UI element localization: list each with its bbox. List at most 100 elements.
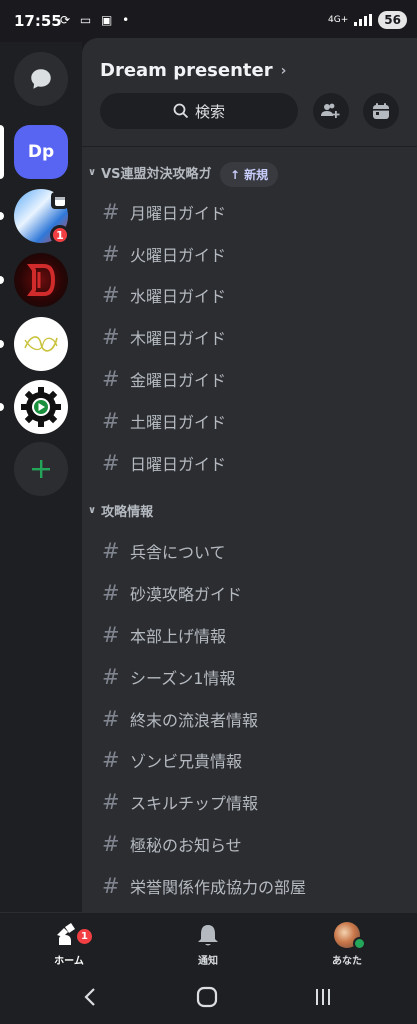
channel-item[interactable]: # 木曜日ガイド [102, 322, 226, 352]
channel-item[interactable]: # 本部上げ情報 [102, 620, 226, 650]
battery-level: 56 [378, 11, 407, 29]
channel-item[interactable]: # 栄誉関係作成協力の部屋 [102, 871, 306, 901]
server-infinity[interactable] [14, 317, 68, 371]
channel-name: 終末の流浪者情報 [130, 711, 259, 730]
search-icon [173, 103, 189, 119]
arrow-up-icon: ↑ [230, 167, 241, 182]
channel-name: 極秘のお知らせ [130, 836, 242, 855]
server-name: Dream presenter [100, 60, 273, 81]
add-user-icon [321, 103, 340, 118]
channel-name: 水曜日ガイド [130, 287, 227, 306]
unread-indicator [0, 276, 4, 284]
server-rail: Dp 1 [0, 42, 82, 912]
channel-item[interactable]: # 土曜日ガイド [102, 406, 226, 436]
calendar-icon [373, 103, 389, 119]
server-dp-label: Dp [27, 142, 55, 162]
search-button[interactable]: 検索 [100, 93, 298, 129]
category-header[interactable]: ∨ VS連盟対決攻略ガ [88, 163, 212, 182]
hashtag-icon: # [102, 283, 120, 307]
category-header[interactable]: ∨ 攻略情報 [88, 501, 153, 520]
hashtag-icon: # [102, 665, 120, 689]
back-button[interactable] [70, 982, 110, 1012]
hashtag-icon: # [102, 623, 120, 647]
channel-item[interactable]: # 金曜日ガイド [102, 364, 226, 394]
channel-item[interactable]: # ゾンビ兄貴情報 [102, 745, 242, 775]
recents-button[interactable] [303, 982, 343, 1012]
channel-item[interactable]: # 月曜日ガイド [102, 197, 226, 227]
avatar [334, 922, 366, 950]
channel-item[interactable]: # 火曜日ガイド [102, 239, 226, 269]
network-type: 4G+ [328, 14, 349, 25]
hashtag-icon: # [102, 832, 120, 856]
infinity-logo-icon [24, 336, 58, 352]
hashtag-icon: # [102, 790, 120, 814]
channel-name: 土曜日ガイド [130, 413, 227, 432]
home-circle-icon [196, 986, 218, 1008]
channel-name: 月曜日ガイド [130, 204, 227, 223]
unread-indicator [0, 340, 4, 348]
tab-home[interactable]: 1 ホーム [29, 921, 109, 967]
invite-members-button[interactable] [313, 93, 349, 129]
server-dream-presenter[interactable]: Dp [14, 125, 68, 179]
hashtag-icon: # [102, 200, 120, 224]
signal-icon [354, 14, 373, 26]
hashtag-icon: # [102, 367, 120, 391]
hashtag-icon: # [102, 874, 120, 898]
tab-you-label: あなた [332, 956, 362, 967]
calendar-icon [51, 192, 68, 209]
tab-you[interactable]: あなた [307, 921, 387, 967]
channel-item[interactable]: # 終末の流浪者情報 [102, 704, 258, 734]
home-system-button[interactable] [187, 982, 227, 1012]
channel-item[interactable]: # スキルチップ情報 [102, 787, 258, 817]
channel-name: 兵舎について [130, 543, 226, 562]
channel-item[interactable]: # 兵舎について [102, 536, 226, 566]
header-divider [82, 146, 417, 147]
channel-name: 火曜日ガイド [130, 246, 227, 265]
bell-icon [197, 921, 219, 949]
channel-name: シーズン1情報 [130, 669, 236, 688]
hashtag-icon: # [102, 242, 120, 266]
home-badge: 1 [75, 927, 94, 946]
channel-item[interactable]: # シーズン1情報 [102, 662, 235, 692]
diablo-logo-icon [27, 264, 56, 296]
server-header[interactable]: Dream presenter › [100, 60, 286, 81]
hashtag-icon: # [102, 707, 120, 731]
direct-messages-button[interactable] [14, 52, 68, 106]
add-server-button[interactable] [14, 442, 68, 496]
events-button[interactable] [363, 93, 399, 129]
chevron-down-icon: ∨ [88, 505, 97, 516]
chevron-down-icon: ∨ [88, 167, 97, 178]
channel-name: 金曜日ガイド [130, 371, 227, 390]
hashtag-icon: # [102, 451, 120, 475]
category-name: 攻略情報 [101, 505, 154, 520]
gear-icon [21, 387, 61, 427]
channel-item[interactable]: # 砂漠攻略ガイド [102, 578, 242, 608]
online-status-icon [353, 937, 366, 950]
unread-indicator [0, 403, 4, 411]
category-name: VS連盟対決攻略ガ [101, 167, 212, 182]
channel-name: 栄誉関係作成協力の部屋 [130, 878, 307, 897]
back-icon [84, 988, 95, 1006]
hashtag-icon: # [102, 325, 120, 349]
new-pill-label: 新規 [244, 168, 269, 182]
chat-bubble-icon [31, 69, 51, 89]
plus-icon [32, 460, 50, 478]
server-game-2[interactable] [14, 253, 68, 307]
selected-server-indicator [0, 125, 4, 179]
chevron-right-icon: › [280, 62, 287, 79]
status-time: 17:55 [14, 12, 62, 30]
status-bar: 17:55 ⟳ ▭ ▣ • 4G+ 56 [0, 0, 417, 42]
channel-name: ゾンビ兄貴情報 [130, 752, 243, 771]
tab-home-label: ホーム [54, 956, 84, 967]
server-gear[interactable] [14, 380, 68, 434]
status-right: 4G+ 56 [328, 11, 407, 29]
channel-item[interactable]: # 極秘のお知らせ [102, 829, 242, 859]
tab-notifications[interactable]: 通知 [168, 921, 248, 967]
channel-item[interactable]: # 水曜日ガイド [102, 280, 226, 310]
hashtag-icon: # [102, 748, 120, 772]
profile-avatar-wrap [334, 921, 366, 950]
channel-item[interactable]: # 日曜日ガイド [102, 448, 226, 478]
hashtag-icon: # [102, 581, 120, 605]
new-messages-pill[interactable]: ↑ 新規 [220, 162, 279, 187]
system-navigation-bar [0, 972, 417, 1024]
